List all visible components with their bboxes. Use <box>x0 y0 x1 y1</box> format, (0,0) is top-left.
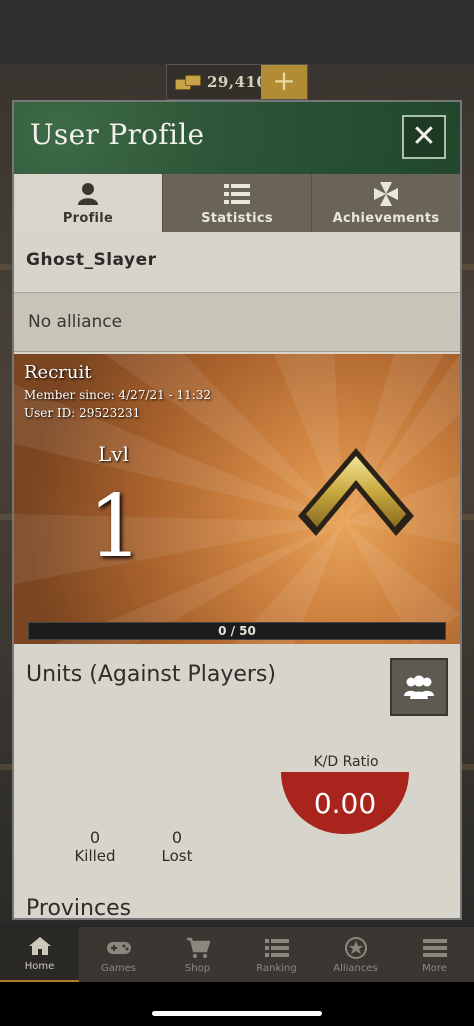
star-badge-icon <box>344 936 367 959</box>
player-name-row: Ghost_Slayer <box>14 232 460 293</box>
nav-games[interactable]: Games <box>79 927 158 983</box>
nav-ranking[interactable]: Ranking <box>237 927 316 983</box>
home-indicator[interactable] <box>152 1011 322 1016</box>
lost-value: 0 <box>171 828 183 847</box>
nav-label: Games <box>101 962 136 974</box>
nav-label: Ranking <box>256 962 297 974</box>
rank-title: Recruit <box>24 362 92 383</box>
nav-label: Shop <box>184 962 211 974</box>
units-section: Units (Against Players) 0 Killed 0 Lost … <box>14 644 460 920</box>
killed-label: Killed <box>74 847 116 865</box>
add-gold-button[interactable]: + <box>261 65 307 99</box>
alliance-row[interactable]: No alliance <box>14 293 460 352</box>
level-number: 1 <box>88 477 143 577</box>
modal-header: User Profile ✕ <box>14 102 460 176</box>
nav-label: Alliances <box>333 962 378 974</box>
provinces-title: Provinces <box>26 896 132 920</box>
profile-tabs: Profile Statistics Achievements <box>14 174 460 232</box>
list-icon <box>264 937 289 959</box>
player-name: Ghost_Slayer <box>26 250 157 270</box>
modal-title: User Profile <box>30 118 205 151</box>
kd-label: K/D Ratio <box>313 754 379 770</box>
tab-statistics[interactable]: Statistics <box>163 174 312 232</box>
member-since: Member since: 4/27/21 - 11:32 <box>24 388 212 402</box>
status-bar <box>0 0 474 64</box>
xp-text: 0 / 50 <box>218 624 256 638</box>
tab-profile[interactable]: Profile <box>14 174 163 232</box>
nav-label: More <box>422 962 447 974</box>
level-label: Lvl <box>98 442 129 466</box>
lost-stat: 0 Lost <box>152 828 202 865</box>
xp-progress-bar: 0 / 50 <box>28 622 446 640</box>
rank-panel: Recruit Member since: 4/27/21 - 11:32 Us… <box>14 354 460 644</box>
user-profile-modal: User Profile ✕ Profile Statistics Achiev… <box>12 100 462 920</box>
tab-achievements[interactable]: Achievements <box>312 174 460 232</box>
nav-more[interactable]: More <box>395 927 474 983</box>
units-title: Units (Against Players) <box>26 662 276 687</box>
group-icon <box>404 675 434 699</box>
home-indicator-area <box>0 982 474 1026</box>
list-icon <box>224 181 250 207</box>
close-button[interactable]: ✕ <box>402 115 446 159</box>
cart-icon <box>186 937 210 959</box>
nav-home[interactable]: Home <box>0 927 79 983</box>
alliance-name: No alliance <box>28 312 123 332</box>
gold-amount: 29,410 <box>207 73 268 91</box>
nav-alliances[interactable]: Alliances <box>316 927 395 983</box>
bottom-nav: Home Games Shop Ranking Alliances More <box>0 926 474 983</box>
nav-shop[interactable]: Shop <box>158 927 237 983</box>
user-id: User ID: 29523231 <box>24 406 141 420</box>
tab-label: Profile <box>62 210 114 226</box>
person-icon <box>77 181 99 207</box>
gold-balance: 29,410 + <box>166 64 308 100</box>
killed-stat: 0 Killed <box>70 828 120 865</box>
nav-label: Home <box>24 961 55 972</box>
menu-icon <box>422 937 447 959</box>
killed-value: 0 <box>89 828 101 847</box>
kd-value: 0.00 <box>281 772 409 834</box>
units-details-button[interactable] <box>390 658 448 716</box>
lost-label: Lost <box>161 847 193 865</box>
tab-label: Achievements <box>332 210 440 226</box>
private-chevron-icon <box>298 448 414 536</box>
gold-bars-icon <box>175 73 201 91</box>
maltese-cross-icon <box>374 181 398 207</box>
gamepad-icon <box>106 937 132 959</box>
home-icon <box>28 935 52 957</box>
tab-label: Statistics <box>201 210 273 226</box>
